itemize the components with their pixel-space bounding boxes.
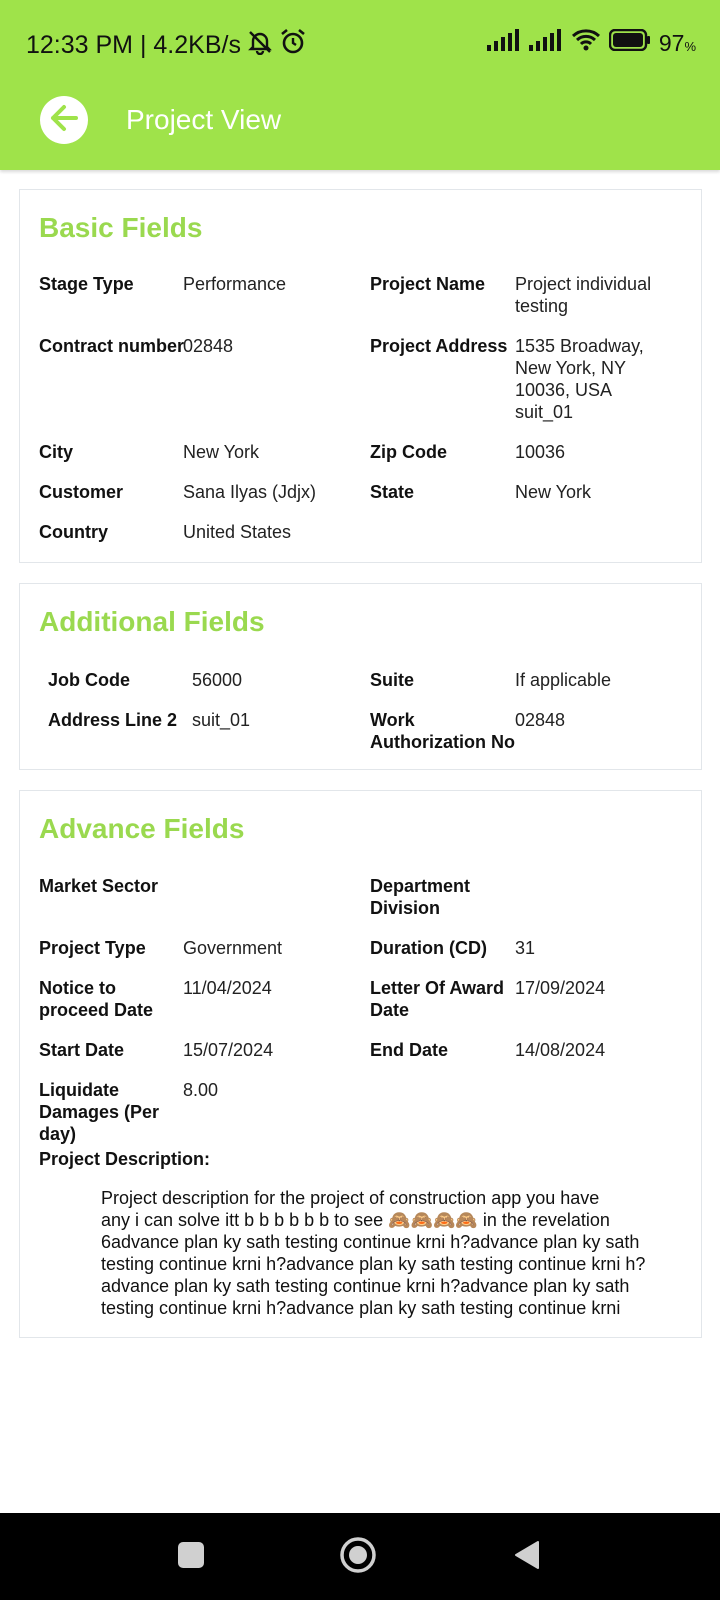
notice-to-proceed-label-2: proceed Date bbox=[39, 1000, 154, 1020]
customer-value: Sana Ilyas (Jdjx) bbox=[183, 482, 317, 502]
end-date-label: End Date bbox=[370, 1040, 449, 1060]
battery-percent: 97% bbox=[659, 30, 696, 57]
liquidate-damages-label-3: day) bbox=[39, 1124, 77, 1144]
contract-number-label: Contract number bbox=[39, 336, 185, 356]
customer-label: Customer bbox=[39, 482, 124, 502]
project-description-text: Project description for the project of c… bbox=[101, 1187, 661, 1319]
work-authorization-label-2: Authorization No bbox=[370, 732, 515, 752]
state-value: New York bbox=[515, 482, 592, 502]
project-address-line-4: suit_01 bbox=[515, 402, 574, 422]
job-code-label: Job Code bbox=[48, 670, 131, 690]
contract-number-value: 02848 bbox=[183, 336, 234, 356]
description-line: any i can solve itt b b b b b b to see 🙈… bbox=[101, 1210, 610, 1230]
description-line: testing continue krni h?advance plan ky … bbox=[101, 1298, 621, 1318]
job-code-value: 56000 bbox=[192, 670, 243, 690]
notice-to-proceed-label-1: Notice to bbox=[39, 978, 117, 998]
address-line-2-value: suit_01 bbox=[192, 710, 251, 730]
battery-unit: % bbox=[684, 38, 696, 54]
arrow-left-icon bbox=[48, 102, 80, 139]
project-name-label: Project Name bbox=[370, 274, 486, 294]
work-authorization-label-1: Work bbox=[370, 710, 415, 730]
notice-to-proceed-value: 11/04/2024 bbox=[183, 978, 272, 998]
bell-off-icon bbox=[247, 29, 273, 62]
status-time: 12:33 PM | 4.2KB/s bbox=[26, 31, 241, 59]
address-line-2-label: Address Line 2 bbox=[48, 710, 178, 730]
battery-icon bbox=[608, 28, 651, 57]
liquidate-damages-label-2: Damages (Per bbox=[39, 1102, 160, 1122]
status-right: 97% bbox=[486, 28, 696, 58]
basic-fields-card: Basic Fields Stage Type Performance Proj… bbox=[19, 189, 702, 563]
advance-fields-card: Advance Fields Market Sector Department … bbox=[19, 790, 702, 1338]
department-division-label-1: Department bbox=[370, 876, 471, 896]
page-title: Project View bbox=[126, 104, 282, 135]
letter-of-award-label-1: Letter Of Award bbox=[370, 978, 505, 998]
status-bar: 12:33 PM | 4.2KB/s 97% bbox=[0, 0, 720, 88]
project-description-label: Project Description: bbox=[39, 1149, 211, 1169]
duration-value: 31 bbox=[515, 938, 536, 958]
project-type-label: Project Type bbox=[39, 938, 146, 958]
status-left: 12:33 PM | 4.2KB/s bbox=[26, 28, 307, 63]
liquidate-damages-label-1: Liquidate bbox=[39, 1080, 119, 1100]
square-icon bbox=[176, 1540, 206, 1575]
signal-icon-2 bbox=[528, 29, 563, 57]
navigation-bar bbox=[0, 1513, 720, 1600]
back-button[interactable] bbox=[40, 96, 88, 144]
battery-value: 97 bbox=[658, 29, 685, 56]
stage-type-value: Performance bbox=[183, 274, 287, 294]
nav-back-button[interactable] bbox=[505, 1535, 549, 1579]
alarm-icon bbox=[279, 28, 307, 63]
letter-of-award-label-2: Date bbox=[370, 1000, 410, 1020]
country-label: Country bbox=[39, 522, 108, 542]
project-address-line-3: 10036, USA bbox=[515, 380, 613, 400]
advance-fields-title: Advance Fields bbox=[39, 813, 245, 844]
description-line: 6advance plan ky sath testing continue k… bbox=[101, 1232, 640, 1252]
description-line: advance plan ky sath testing continue kr… bbox=[101, 1276, 630, 1296]
market-sector-label: Market Sector bbox=[39, 876, 159, 896]
project-address-line-1: 1535 Broadway, bbox=[515, 336, 644, 356]
description-line: testing continue krni h?advance plan ky … bbox=[101, 1254, 646, 1274]
work-authorization-value: 02848 bbox=[515, 710, 566, 730]
additional-fields-title: Additional Fields bbox=[39, 606, 265, 637]
wifi-icon bbox=[571, 28, 601, 58]
start-date-label: Start Date bbox=[39, 1040, 125, 1060]
start-date-value: 15/07/2024 bbox=[183, 1040, 274, 1060]
home-button[interactable] bbox=[336, 1535, 380, 1579]
suite-value: If applicable bbox=[515, 670, 612, 690]
recents-button[interactable] bbox=[169, 1535, 213, 1579]
project-name-value-2: testing bbox=[515, 296, 569, 316]
project-address-line-2: New York, NY bbox=[515, 358, 627, 378]
liquidate-damages-value: 8.00 bbox=[183, 1080, 219, 1100]
zip-code-label: Zip Code bbox=[370, 442, 447, 462]
department-division-label-2: Division bbox=[370, 898, 441, 918]
app-bar: Project View bbox=[0, 88, 720, 170]
city-label: City bbox=[39, 442, 74, 462]
end-date-value: 14/08/2024 bbox=[515, 1040, 606, 1060]
additional-fields-card: Additional Fields Job Code 56000 Suite I… bbox=[19, 583, 702, 770]
description-line: Project description for the project of c… bbox=[101, 1188, 600, 1208]
project-type-value: Government bbox=[183, 938, 283, 958]
triangle-back-icon bbox=[512, 1539, 542, 1576]
basic-fields-title: Basic Fields bbox=[39, 212, 203, 243]
project-name-value-1: Project individual bbox=[515, 274, 652, 294]
duration-label: Duration (CD) bbox=[370, 938, 487, 958]
state-label: State bbox=[370, 482, 415, 502]
city-value: New York bbox=[183, 442, 260, 462]
signal-icon-1 bbox=[486, 29, 521, 57]
header: 12:33 PM | 4.2KB/s 97% Project View bbox=[0, 0, 720, 170]
zip-code-value: 10036 bbox=[515, 442, 566, 462]
country-value: United States bbox=[183, 522, 292, 542]
circle-home-icon bbox=[338, 1535, 378, 1580]
project-address-label: Project Address bbox=[370, 336, 508, 356]
letter-of-award-value: 17/09/2024 bbox=[515, 978, 606, 998]
stage-type-label: Stage Type bbox=[39, 274, 134, 294]
suite-label: Suite bbox=[370, 670, 415, 690]
